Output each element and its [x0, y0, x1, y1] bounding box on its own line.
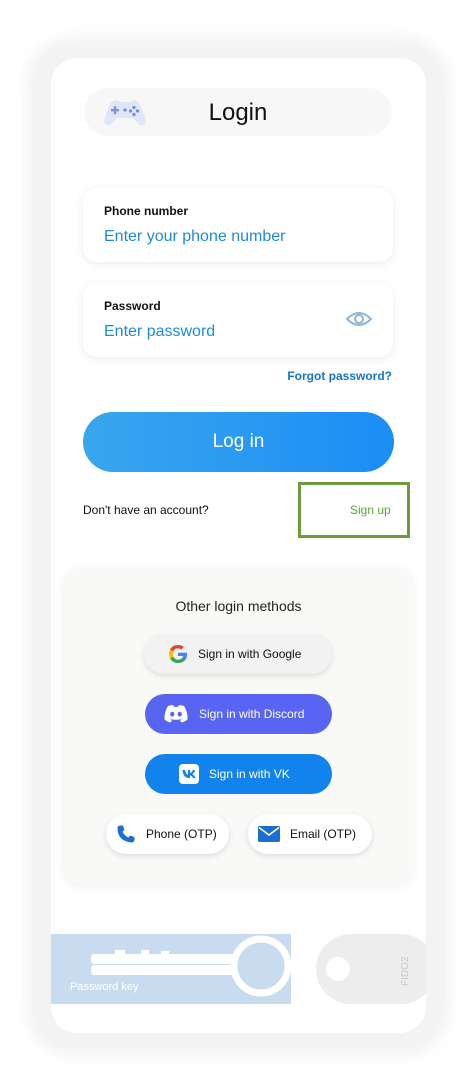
- discord-icon: [164, 705, 188, 723]
- phone-field-label: Phone number: [104, 204, 189, 218]
- phone-otp-label: Phone (OTP): [146, 827, 217, 841]
- fido2-card[interactable]: FIDO2: [316, 934, 426, 1004]
- signup-link[interactable]: Sign up: [350, 503, 391, 517]
- other-login-methods-card: Other login methods Sign in with Google …: [64, 568, 413, 884]
- password-key-label: Password key: [70, 981, 139, 993]
- google-signin-label: Sign in with Google: [198, 647, 302, 661]
- email-otp-label: Email (OTP): [290, 827, 356, 841]
- phone-screen: Login Phone number Password Forgot passw…: [51, 58, 426, 1033]
- discord-signin-button[interactable]: Sign in with Discord: [145, 694, 332, 734]
- vk-signin-label: Sign in with VK: [209, 767, 290, 781]
- phone-otp-button[interactable]: Phone (OTP): [106, 814, 229, 854]
- email-otp-button[interactable]: Email (OTP): [248, 814, 372, 854]
- other-methods-title: Other login methods: [175, 598, 302, 614]
- eye-icon[interactable]: [345, 309, 373, 329]
- google-icon: [169, 645, 187, 663]
- fido2-label: FIDO2: [400, 956, 411, 986]
- password-field[interactable]: Password: [83, 283, 393, 357]
- vk-icon: [179, 764, 199, 784]
- login-button[interactable]: Log in: [83, 412, 394, 472]
- phone-icon: [117, 825, 135, 843]
- signup-prompt-text: Don't have an account?: [83, 503, 209, 517]
- password-key-card[interactable]: Password key: [51, 934, 291, 1004]
- key-icon: [91, 935, 291, 997]
- page-title: Login: [208, 99, 268, 126]
- password-field-label: Password: [104, 299, 161, 313]
- mail-icon: [258, 826, 280, 842]
- phone-input[interactable]: [104, 228, 324, 246]
- vk-signin-button[interactable]: Sign in with VK: [145, 754, 332, 794]
- discord-signin-label: Sign in with Discord: [199, 707, 305, 721]
- fido2-keyring-hole: [326, 957, 350, 981]
- header-bar: Login: [84, 88, 392, 136]
- phone-field[interactable]: Phone number: [83, 188, 393, 262]
- password-input[interactable]: [104, 323, 324, 341]
- forgot-password-link[interactable]: Forgot password?: [287, 369, 392, 383]
- google-signin-button[interactable]: Sign in with Google: [144, 634, 332, 674]
